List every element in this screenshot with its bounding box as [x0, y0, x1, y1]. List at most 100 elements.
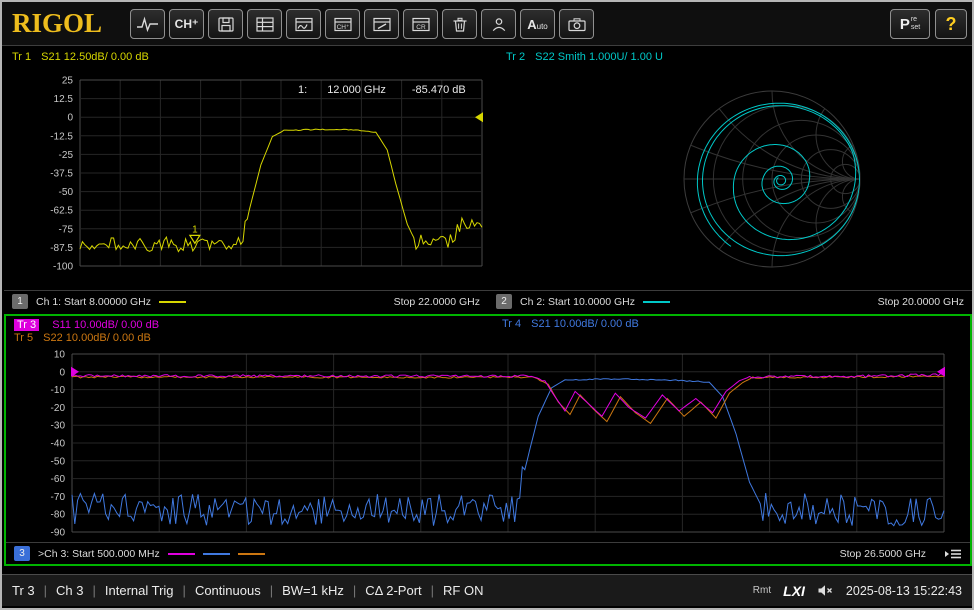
ch3-tr3-name[interactable]: Tr 3	[14, 319, 39, 331]
lxi-logo[interactable]: LXI	[783, 583, 805, 599]
camera-icon	[566, 16, 588, 33]
svg-text:-62.5: -62.5	[50, 206, 73, 217]
channel1-panel[interactable]: Tr 1S21 12.50dB/ 0.00 dB 1: 12.000 GHz -…	[4, 48, 488, 312]
datasheet-button[interactable]	[247, 9, 282, 39]
add-channel-button[interactable]: CH⁺	[169, 9, 204, 39]
status-items: Tr 3 | Ch 3 | Internal Trig | Continuous | BW=1 …	[12, 583, 483, 598]
save-button[interactable]	[208, 9, 243, 39]
ch1-stop-label[interactable]: Stop 22.0000 GHz	[394, 296, 480, 308]
ch2-badge: 2	[496, 294, 512, 309]
ch3-tr4-detail: S21 10.00dB/ 0.00 dB	[531, 318, 639, 330]
ch3-s11-color-sample	[168, 553, 195, 555]
svg-text:-70: -70	[51, 492, 66, 503]
ch2-start-label[interactable]: Ch 2: Start 10.0000 GHz	[520, 296, 635, 308]
ch2-trace-label: Tr 2S22 Smith 1.000U/ 1.00 U	[506, 51, 663, 63]
ch1-plot: 2512.50-12.5-25-37.5-50-62.5-75-87.5-100…	[4, 72, 488, 284]
status-item-ch-3[interactable]: Ch 3	[56, 583, 83, 598]
remote-indicator: Rmt	[753, 585, 771, 596]
ch2-smith-chart	[488, 72, 972, 284]
window-trace-icon	[293, 16, 315, 33]
status-separator: |	[93, 583, 96, 598]
window-cr-button[interactable]: CR	[403, 9, 438, 39]
svg-text:-10: -10	[51, 385, 66, 396]
svg-text:-40: -40	[51, 439, 66, 450]
status-separator: |	[270, 583, 273, 598]
ch2-trace-color-sample	[643, 301, 670, 303]
status-item-tr-3[interactable]: Tr 3	[12, 583, 35, 598]
toolbar: RIGOL CH⁺ CH⁺ CR	[2, 2, 972, 46]
ch3-tr4-name: Tr 4	[502, 318, 521, 330]
status-bar: Tr 3 | Ch 3 | Internal Trig | Continuous | BW=1 …	[2, 574, 972, 606]
status-item-continuous[interactable]: Continuous	[195, 583, 261, 598]
vna-screen: RIGOL CH⁺ CH⁺ CR	[0, 0, 974, 610]
mute-icon[interactable]	[817, 584, 834, 597]
ch1-footer: 1 Ch 1: Start 8.00000 GHz Stop 22.0000 G…	[4, 290, 488, 312]
ch2-stop-label[interactable]: Stop 20.0000 GHz	[878, 296, 964, 308]
svg-text:-60: -60	[51, 474, 66, 485]
datetime[interactable]: 2025-08-13 15:22:43	[846, 584, 962, 598]
ch2-footer: 2 Ch 2: Start 10.0000 GHz Stop 20.0000 G…	[488, 290, 972, 312]
svg-text:-37.5: -37.5	[50, 169, 73, 180]
ch3-footer: 3 >Ch 3: Start 500.000 MHz Stop 26.5000 …	[6, 542, 970, 564]
window-cr-icon: CR	[410, 16, 432, 33]
channel3-panel-active[interactable]: Tr 3 S11 10.00dB/ 0.00 dB Tr 4 S21 10.00d…	[4, 314, 972, 566]
toolbar-right: P re set ?	[890, 9, 967, 39]
ch3-s21-color-sample	[203, 553, 230, 555]
ch3-tr5-name: Tr 5	[14, 332, 33, 344]
status-separator: |	[353, 583, 356, 598]
preset-button[interactable]: P re set	[890, 9, 930, 39]
ch3-s22-color-sample	[238, 553, 265, 555]
svg-text:0: 0	[59, 367, 65, 378]
svg-text:-80: -80	[51, 510, 66, 521]
svg-text:-20: -20	[51, 403, 66, 414]
add-channel-label: CH⁺	[175, 17, 199, 31]
svg-text:-12.5: -12.5	[50, 131, 73, 142]
preset-label-sub: re set	[911, 16, 920, 32]
svg-text:1: 1	[192, 224, 198, 235]
trash-icon	[449, 16, 471, 33]
waveform-button[interactable]	[130, 9, 165, 39]
svg-text:25: 25	[62, 76, 74, 87]
status-separator: |	[431, 583, 434, 598]
ch1-trace-detail: S21 12.50dB/ 0.00 dB	[41, 51, 149, 63]
svg-text:-90: -90	[51, 528, 66, 539]
ch3-tr4-label: Tr 4 S21 10.00dB/ 0.00 dB	[502, 318, 639, 330]
ch3-badge: 3	[14, 546, 30, 561]
ch1-start-label[interactable]: Ch 1: Start 8.00000 GHz	[36, 296, 151, 308]
status-item-internal-trig[interactable]: Internal Trig	[105, 583, 174, 598]
menu-collapse-icon[interactable]	[944, 547, 962, 561]
ch3-start-label[interactable]: >Ch 3: Start 500.000 MHz	[38, 548, 160, 560]
svg-text:-75: -75	[59, 224, 74, 235]
status-item-bw-1-khz[interactable]: BW=1 kHz	[282, 583, 344, 598]
ch1-trace-label: Tr 1S21 12.50dB/ 0.00 dB	[12, 51, 149, 63]
ch3-tr3-detail: S11 10.00dB/ 0.00 dB	[52, 319, 159, 331]
preset-label-main: P	[900, 16, 910, 33]
autoscale-button[interactable]: Auto	[520, 9, 555, 39]
ch3-tr5-detail: S22 10.00dB/ 0.00 dB	[43, 332, 151, 344]
window-add-channel-button[interactable]: CH⁺	[325, 9, 360, 39]
window-trace-button[interactable]	[286, 9, 321, 39]
status-separator: |	[44, 583, 47, 598]
ch2-trace-name: Tr 2	[506, 51, 525, 63]
autoscale-label-sub: uto	[537, 22, 548, 31]
autoscale-label-main: A	[527, 17, 536, 32]
ch3-tr5-label: Tr 5 S22 10.00dB/ 0.00 dB	[14, 332, 151, 344]
svg-text:12.5: 12.5	[54, 94, 74, 105]
status-item-c-2-port[interactable]: CΔ 2-Port	[365, 583, 421, 598]
status-right: Rmt LXI 2025-08-13 15:22:43	[753, 583, 962, 599]
user-button[interactable]	[481, 9, 516, 39]
status-separator: |	[183, 583, 186, 598]
svg-text:0: 0	[67, 113, 73, 124]
svg-text:CR: CR	[416, 24, 426, 31]
ch3-stop-label[interactable]: Stop 26.5000 GHz	[840, 548, 926, 560]
channel2-panel[interactable]: Tr 2S22 Smith 1.000U/ 1.00 U 2 Ch 2: Sta…	[488, 48, 972, 312]
svg-text:-25: -25	[59, 150, 74, 161]
toolbar-buttons: CH⁺ CH⁺ CR	[130, 9, 594, 39]
delete-button[interactable]	[442, 9, 477, 39]
help-button[interactable]: ?	[935, 9, 967, 39]
status-item-rf-on[interactable]: RF ON	[443, 583, 483, 598]
rigol-logo: RIGOL	[12, 8, 102, 39]
window-edit-button[interactable]	[364, 9, 399, 39]
screenshot-button[interactable]	[559, 9, 594, 39]
ch3-tr3-label: Tr 3 S11 10.00dB/ 0.00 dB	[14, 319, 159, 331]
